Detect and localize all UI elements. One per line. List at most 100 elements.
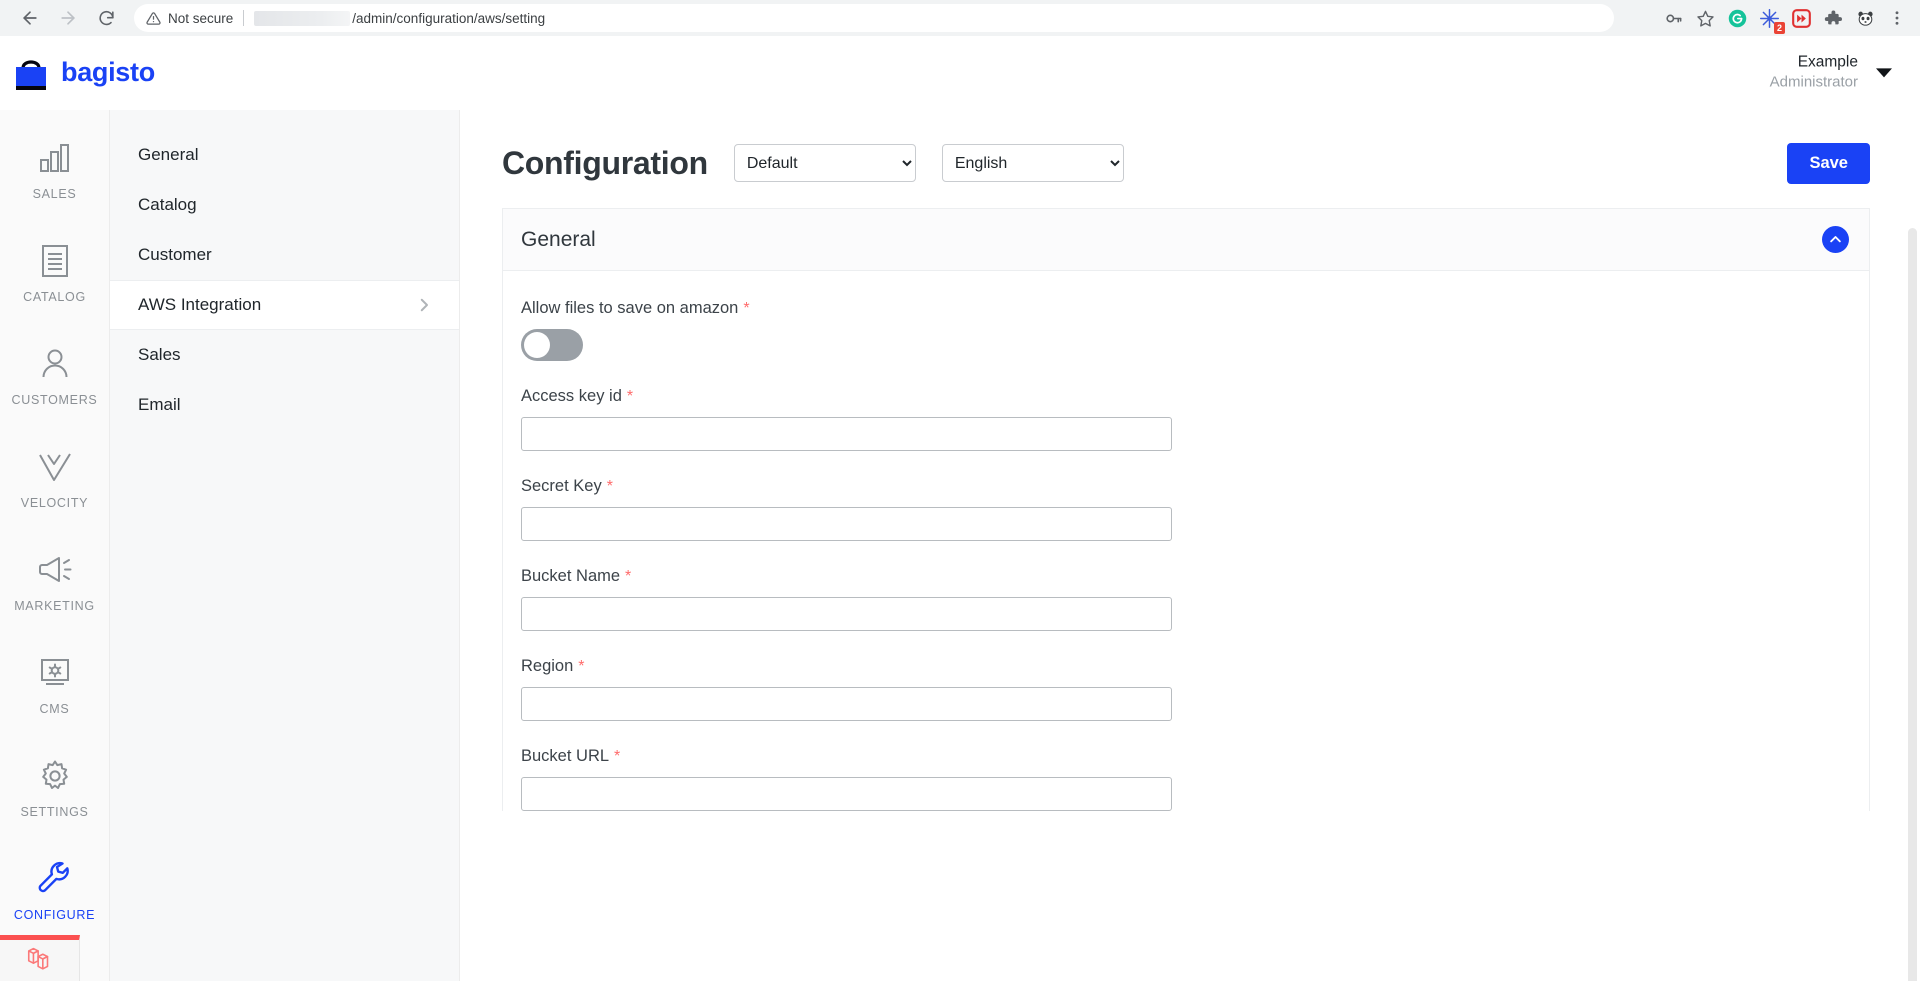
bar-chart-icon (38, 136, 72, 180)
field-bucket-name: Bucket Name * (521, 567, 1851, 631)
grammarly-extension-icon[interactable] (1722, 3, 1752, 33)
section-collapse-button[interactable] (1822, 226, 1849, 253)
field-label-wrap: Region * (521, 657, 1851, 676)
sidebar-label-cms: CMS (39, 702, 70, 716)
required-marker: * (743, 300, 750, 317)
general-section-card: General Allow files to save on amazon * (502, 208, 1870, 811)
configuration-content: Configuration Default English Save Gener… (460, 110, 1920, 981)
channel-select[interactable]: Default (733, 144, 916, 182)
field-label-wrap: Bucket Name * (521, 567, 1851, 586)
sidebar-label-settings: SETTINGS (20, 805, 89, 819)
reload-button[interactable] (90, 2, 122, 34)
field-bucket-url: Bucket URL * (521, 747, 1851, 811)
field-label: Allow files to save on amazon (521, 299, 739, 317)
sidebar-item-cms[interactable]: CMS (0, 651, 109, 716)
sidebar-item-sales[interactable]: SALES (0, 136, 109, 201)
field-label-wrap: Allow files to save on amazon * (521, 299, 1851, 318)
monitor-gear-icon (37, 651, 73, 695)
section-title: General (521, 227, 596, 251)
locale-select[interactable]: English (941, 144, 1124, 182)
secret-key-input[interactable] (521, 507, 1172, 541)
sidebar-label-sales: SALES (32, 187, 77, 201)
document-lines-icon (39, 239, 71, 283)
sidebar-label-configure: CONFIGURE (13, 908, 96, 922)
brand-logo[interactable]: bagisto (12, 53, 222, 93)
page-scrollbar[interactable] (1905, 220, 1920, 981)
page-body: SALES CATALOG CUSTOMERS VELOCITY MARKETI… (0, 110, 1920, 981)
laravel-debugbar-toggle[interactable] (0, 935, 80, 981)
fast-forward-extension-icon[interactable] (1786, 3, 1816, 33)
chevron-up-icon (1830, 236, 1841, 243)
config-menu-item-customer[interactable]: Customer (110, 230, 459, 280)
bookmark-star-icon[interactable] (1690, 3, 1720, 33)
chrome-menu-icon[interactable] (1882, 3, 1912, 33)
config-menu-label: Email (138, 395, 181, 414)
toggle-knob (524, 332, 550, 358)
not-secure-warning-icon (146, 11, 161, 26)
user-identity: Example Administrator (1770, 52, 1858, 93)
required-marker: * (606, 478, 613, 495)
sidebar-label-customers: CUSTOMERS (11, 393, 98, 407)
browser-toolbar: Not secure /admin/configuration/aws/sett… (0, 0, 1920, 36)
user-role-label: Administrator (1769, 73, 1858, 91)
field-label: Access key id (521, 387, 622, 405)
field-label: Region (521, 657, 574, 675)
sidebar-item-settings[interactable]: SETTINGS (0, 754, 109, 819)
config-menu-label: General (138, 145, 199, 164)
browser-action-icons: 2 (1658, 0, 1912, 36)
field-region: Region * (521, 657, 1851, 721)
config-menu-label: Customer (138, 245, 212, 264)
user-name-label: Example (1797, 52, 1858, 70)
sidebar-item-marketing[interactable]: MARKETING (0, 548, 109, 613)
save-button[interactable]: Save (1787, 142, 1870, 184)
config-menu-item-aws-integration[interactable]: AWS Integration (110, 280, 459, 330)
sidebar-label-catalog: CATALOG (23, 290, 86, 304)
config-menu-item-general[interactable]: General (110, 130, 459, 180)
panda-extension-icon[interactable] (1850, 3, 1880, 33)
password-key-icon[interactable] (1658, 3, 1688, 33)
person-icon (38, 342, 72, 386)
back-button[interactable] (14, 2, 46, 34)
sidebar-item-velocity[interactable]: VELOCITY (0, 445, 109, 510)
bucket-name-input[interactable] (521, 597, 1172, 631)
redacted-host (254, 10, 351, 26)
sidebar-label-marketing: MARKETING (14, 599, 95, 613)
access-key-id-input[interactable] (521, 417, 1172, 451)
megaphone-icon (37, 548, 73, 592)
config-menu-item-email[interactable]: Email (110, 380, 459, 430)
required-marker: * (625, 568, 632, 585)
user-account-menu[interactable]: Example Administrator (1770, 52, 1892, 93)
sidebar-item-customers[interactable]: CUSTOMERS (0, 342, 109, 407)
field-label-wrap: Bucket URL * (521, 747, 1851, 766)
shopping-bag-icon (12, 53, 50, 93)
field-label: Secret Key (521, 477, 602, 495)
address-bar[interactable]: Not secure /admin/configuration/aws/sett… (134, 4, 1614, 32)
field-label-wrap: Access key id * (521, 387, 1851, 406)
burst-extension-icon[interactable]: 2 (1754, 3, 1785, 34)
region-input[interactable] (521, 687, 1172, 721)
content-header: Configuration Default English Save (502, 132, 1870, 194)
sidebar-item-catalog[interactable]: CATALOG (0, 239, 109, 304)
chevron-right-icon (415, 296, 433, 314)
config-menu-item-sales[interactable]: Sales (110, 330, 459, 380)
field-secret-key: Secret Key * (521, 477, 1851, 541)
gear-icon (38, 754, 72, 798)
security-status-label: Not secure (168, 10, 234, 26)
brand-name: bagisto (61, 57, 155, 87)
config-menu-label: Sales (138, 345, 181, 364)
bucket-url-input[interactable] (521, 777, 1172, 811)
extension-badge-count: 2 (1773, 22, 1785, 34)
forward-button[interactable] (52, 2, 84, 34)
app-header: bagisto Example Administrator (0, 36, 1920, 110)
caret-down-icon[interactable] (1876, 67, 1892, 77)
sidebar-item-configure[interactable]: CONFIGURE (0, 857, 109, 922)
allow-files-toggle[interactable] (521, 329, 583, 361)
sidebar-label-velocity: VELOCITY (20, 496, 89, 510)
url-path-text: /admin/configuration/aws/setting (352, 10, 546, 26)
section-header: General (503, 209, 1869, 271)
extensions-puzzle-icon[interactable] (1818, 3, 1848, 33)
field-label: Bucket Name (521, 567, 621, 585)
config-menu-label: AWS Integration (138, 295, 262, 314)
config-menu-item-catalog[interactable]: Catalog (110, 180, 459, 230)
scrollbar-thumb[interactable] (1908, 228, 1917, 981)
